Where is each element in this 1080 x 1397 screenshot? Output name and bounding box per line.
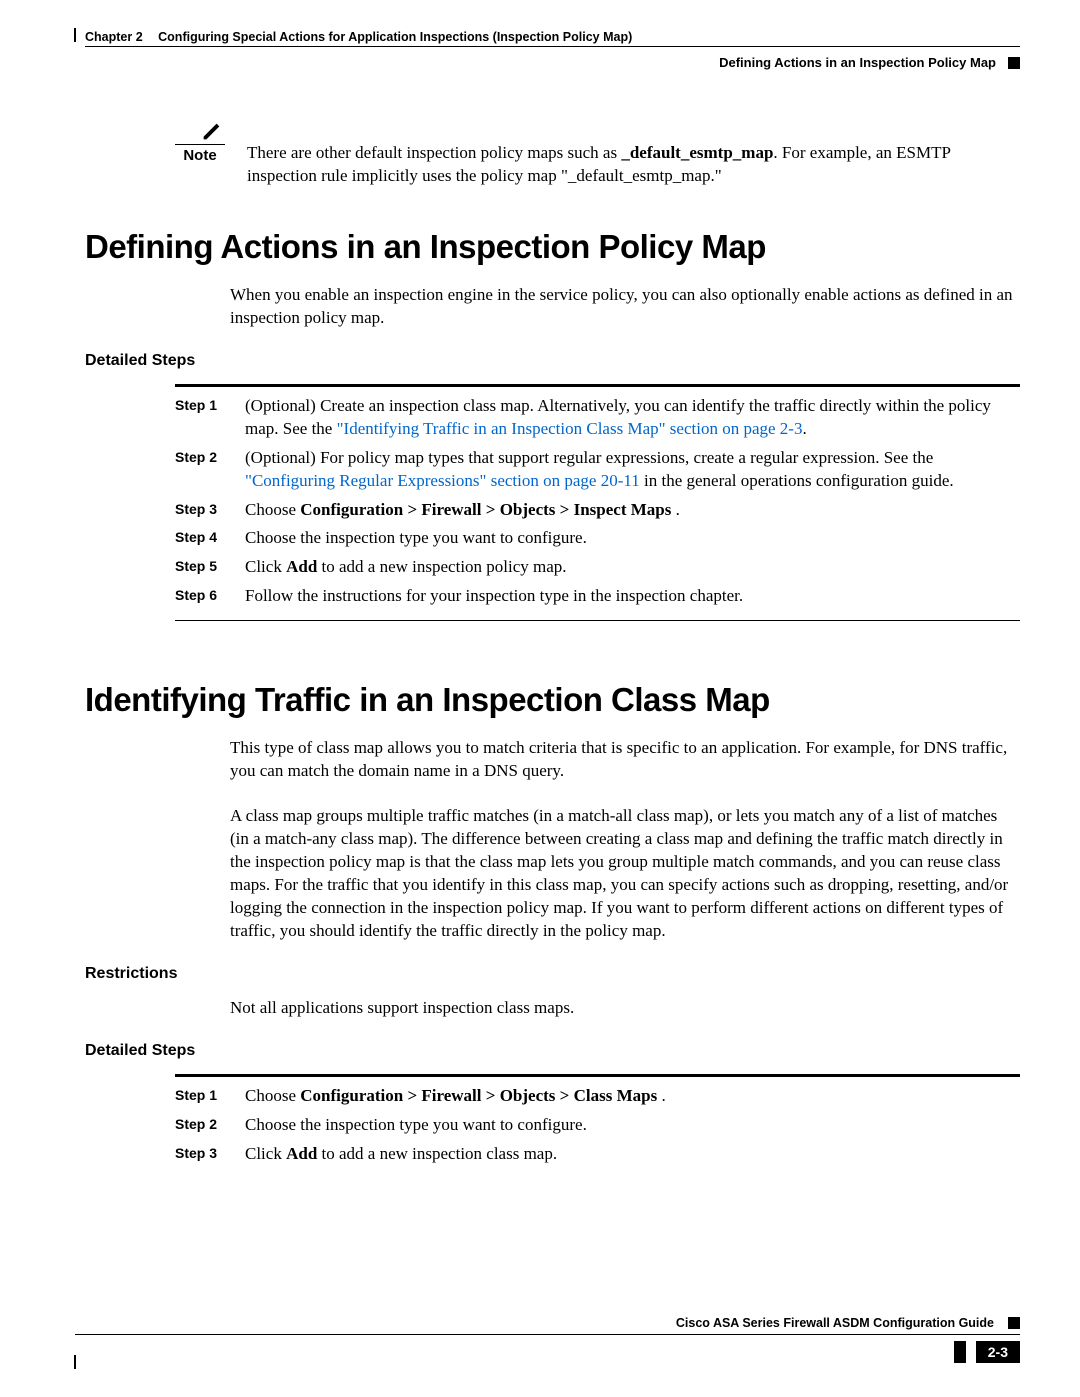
step-row: Step 1 (Optional) Create an inspection c…	[175, 395, 1020, 441]
end-marker-icon	[1008, 1317, 1020, 1329]
running-header: Chapter 2 Configuring Special Actions fo…	[85, 30, 1020, 44]
pencil-icon	[201, 120, 223, 142]
step-row: Step 1 Choose Configuration > Firewall >…	[175, 1085, 1020, 1108]
body-paragraph: A class map groups multiple traffic matc…	[230, 805, 1020, 943]
page-footer: Cisco ASA Series Firewall ASDM Configura…	[75, 1316, 1020, 1363]
note-block: Note There are other default inspection …	[175, 120, 1020, 188]
step-row: Step 5 Click Add to add a new inspection…	[175, 556, 1020, 579]
badge-square-icon	[954, 1341, 966, 1363]
cross-ref-link[interactable]: "Identifying Traffic in an Inspection Cl…	[337, 419, 803, 438]
rule	[175, 1074, 1020, 1077]
header-rule	[85, 46, 1020, 47]
crop-mark	[74, 28, 76, 42]
guide-title: Cisco ASA Series Firewall ASDM Configura…	[676, 1316, 994, 1330]
page-number: 2-3	[976, 1341, 1020, 1363]
section-header: Defining Actions in an Inspection Policy…	[719, 55, 996, 70]
footer-rule	[75, 1334, 1020, 1335]
step-row: Step 2 Choose the inspection type you wa…	[175, 1114, 1020, 1137]
restrictions-heading: Restrictions	[85, 965, 1020, 983]
note-label: Note	[175, 147, 225, 164]
step-row: Step 2 (Optional) For policy map types t…	[175, 447, 1020, 493]
rule	[175, 620, 1020, 621]
end-marker-icon	[1008, 57, 1020, 69]
intro-paragraph: When you enable an inspection engine in …	[230, 284, 1020, 330]
step-row: Step 4 Choose the inspection type you wa…	[175, 527, 1020, 550]
step-row: Step 3 Click Add to add a new inspection…	[175, 1143, 1020, 1166]
steps-list: Step 1 (Optional) Create an inspection c…	[175, 395, 1020, 609]
body-paragraph: This type of class map allows you to mat…	[230, 737, 1020, 783]
detailed-steps-heading: Detailed Steps	[85, 1042, 1020, 1060]
chapter-label: Chapter 2	[85, 30, 143, 44]
rule	[175, 384, 1020, 387]
section-heading: Defining Actions in an Inspection Policy…	[85, 228, 1020, 266]
step-row: Step 6 Follow the instructions for your …	[175, 585, 1020, 608]
detailed-steps-heading: Detailed Steps	[85, 352, 1020, 370]
note-text: There are other default inspection polic…	[247, 120, 1020, 188]
section-heading: Identifying Traffic in an Inspection Cla…	[85, 681, 1020, 719]
cross-ref-link[interactable]: "Configuring Regular Expressions" sectio…	[245, 471, 640, 490]
step-row: Step 3 Choose Configuration > Firewall >…	[175, 499, 1020, 522]
steps-list: Step 1 Choose Configuration > Firewall >…	[175, 1085, 1020, 1166]
restrictions-text: Not all applications support inspection …	[230, 997, 1020, 1020]
chapter-title: Configuring Special Actions for Applicat…	[158, 30, 632, 44]
page-number-badge: 2-3	[954, 1341, 1020, 1363]
